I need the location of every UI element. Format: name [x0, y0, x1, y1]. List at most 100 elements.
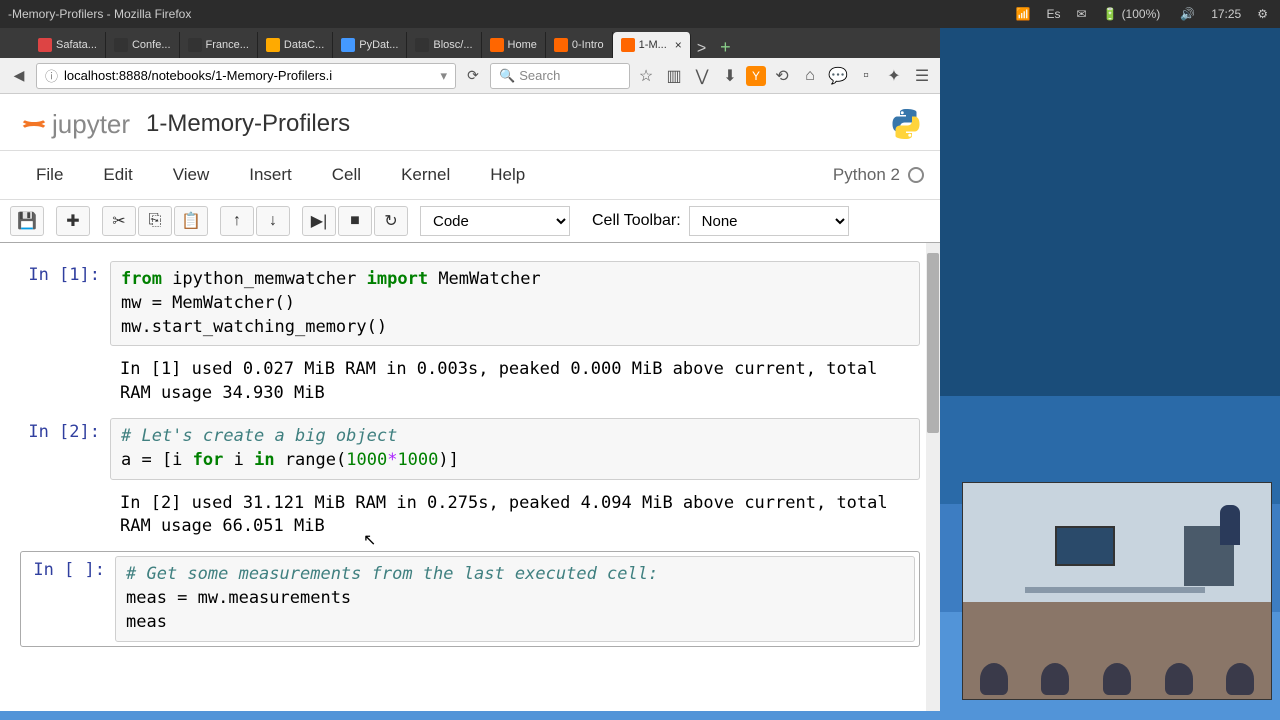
menu-view[interactable]: View [153, 159, 230, 191]
window-title: -Memory-Profilers - Mozilla Firefox [8, 7, 1012, 21]
globe-icon: ⓘ [45, 66, 58, 85]
favicon-icon [341, 38, 355, 52]
browser-tab[interactable]: France... [180, 32, 258, 58]
favicon-icon [621, 38, 635, 52]
browser-tab[interactable]: Blosc/... [407, 32, 481, 58]
jupyter-icon [16, 109, 46, 139]
tab-label: PyDat... [359, 39, 398, 51]
new-tab-button[interactable]: + [712, 37, 739, 58]
cell-type-select[interactable]: Code [420, 206, 570, 236]
favicon-icon [188, 38, 202, 52]
cell-prompt [20, 352, 110, 412]
favicon-icon [554, 38, 568, 52]
tab-overflow-button[interactable]: > [691, 40, 712, 58]
code-input[interactable]: # Let's create a big objecta = [i for i … [110, 418, 920, 480]
tab-label: Blosc/... [433, 39, 472, 51]
code-input[interactable]: from ipython_memwatcher import MemWatche… [110, 261, 920, 346]
settings-gear-icon[interactable]: ⚙ [1253, 7, 1272, 21]
tab-label: Safata... [56, 39, 97, 51]
device-icon[interactable]: ▫ [854, 64, 878, 88]
volume-icon[interactable]: 🔊 [1176, 7, 1199, 21]
cell-prompt [20, 486, 110, 546]
output-cell[interactable]: In [1] used 0.027 MiB RAM in 0.003s, pea… [20, 352, 920, 412]
search-field[interactable]: 🔍 Search [490, 63, 630, 89]
bookmarks-icon[interactable]: ▥ [662, 64, 686, 88]
url-text: localhost:8888/notebooks/1-Memory-Profil… [64, 68, 332, 83]
menu-file[interactable]: File [16, 159, 83, 191]
cell-toolbar-label: Cell Toolbar: [592, 212, 681, 230]
chat-icon[interactable]: 💬 [826, 64, 850, 88]
back-button[interactable]: ◀ [6, 63, 32, 89]
menu-kernel[interactable]: Kernel [381, 159, 470, 191]
tab-label: 0-Intro [572, 39, 604, 51]
menu-insert[interactable]: Insert [229, 159, 312, 191]
browser-tabs: Safata... Confe... France... DataC... PyDat.… [0, 28, 940, 58]
output-text: In [1] used 0.027 MiB RAM in 0.003s, pea… [110, 352, 920, 412]
browser-tab[interactable]: 0-Intro [546, 32, 613, 58]
browser-tab[interactable]: DataC... [258, 32, 333, 58]
code-input[interactable]: # Get some measurements from the last ex… [115, 556, 915, 641]
star-icon[interactable]: ☆ [634, 64, 658, 88]
code-cell[interactable]: In [2]:# Let's create a big objecta = [i… [20, 418, 920, 480]
jupyter-logo[interactable]: jupyter [16, 109, 130, 140]
notebook-cells-area[interactable]: In [1]:from ipython_memwatcher import Me… [0, 243, 940, 711]
browser-toolbar: ◀ ⓘ localhost:8888/notebooks/1-Memory-Pr… [0, 58, 940, 94]
run-button[interactable]: ▶| [302, 206, 336, 236]
move-down-button[interactable]: ↓ [256, 206, 290, 236]
system-top-bar: -Memory-Profilers - Mozilla Firefox 📶 Es… [0, 0, 1280, 28]
cut-button[interactable]: ✂ [102, 206, 136, 236]
pocket-icon[interactable]: ⋁ [690, 64, 714, 88]
notebook-toolbar: 💾 ✚ ✂ ⎘ 📋 ↑ ↓ ▶| ■ ↻ Code Cell Toolbar: … [0, 200, 940, 243]
reload-button[interactable]: ⟳ [460, 63, 486, 89]
move-up-button[interactable]: ↑ [220, 206, 254, 236]
jupyter-text: jupyter [52, 109, 130, 140]
network-icon[interactable]: 📶 [1012, 7, 1035, 21]
cell-toolbar-select[interactable]: None [689, 206, 849, 236]
code-cell[interactable]: In [1]:from ipython_memwatcher import Me… [20, 261, 920, 346]
kernel-status-icon [908, 167, 924, 183]
home-icon[interactable]: ⌂ [798, 64, 822, 88]
python-logo-icon [888, 106, 924, 142]
code-cell[interactable]: In [ ]:# Get some measurements from the … [20, 551, 920, 646]
puzzle-icon[interactable]: ✦ [882, 64, 906, 88]
battery-status: 🔋(100%) [1099, 7, 1169, 21]
restart-button[interactable]: ↻ [374, 206, 408, 236]
close-tab-icon[interactable]: × [675, 38, 682, 52]
dropdown-icon[interactable]: ▾ [440, 68, 447, 84]
tab-label: Confe... [132, 39, 171, 51]
menu-cell[interactable]: Cell [312, 159, 381, 191]
tab-label: DataC... [284, 39, 324, 51]
favicon-icon [38, 38, 52, 52]
scrollbar[interactable] [926, 243, 940, 711]
mail-icon[interactable]: ✉ [1073, 7, 1091, 21]
menu-icon[interactable]: ☰ [910, 64, 934, 88]
cell-prompt: In [ ]: [25, 556, 115, 641]
add-cell-button[interactable]: ✚ [56, 206, 90, 236]
url-field[interactable]: ⓘ localhost:8888/notebooks/1-Memory-Prof… [36, 63, 456, 89]
download-icon[interactable]: ⬇ [718, 64, 742, 88]
browser-tab[interactable]: 1-M... × [613, 32, 691, 58]
video-overlay [962, 482, 1272, 700]
notebook-title[interactable]: 1-Memory-Profilers [146, 110, 350, 138]
browser-tab[interactable]: Home [482, 32, 546, 58]
browser-tab[interactable]: PyDat... [333, 32, 407, 58]
tab-label: 1-M... [639, 39, 667, 51]
cell-prompt: In [1]: [20, 261, 110, 346]
menu-help[interactable]: Help [470, 159, 545, 191]
scrollbar-thumb[interactable] [927, 253, 939, 433]
browser-tab[interactable]: Confe... [106, 32, 180, 58]
copy-button[interactable]: ⎘ [138, 206, 172, 236]
menu-edit[interactable]: Edit [83, 159, 152, 191]
notebook-header: jupyter 1-Memory-Profilers [0, 94, 940, 151]
clock: 17:25 [1207, 7, 1245, 21]
sync-icon[interactable]: ⟲ [770, 64, 794, 88]
favicon-icon [114, 38, 128, 52]
keyboard-layout[interactable]: Es [1043, 7, 1065, 21]
save-button[interactable]: 💾 [10, 206, 44, 236]
browser-tab[interactable]: Safata... [30, 32, 106, 58]
output-cell[interactable]: In [2] used 31.121 MiB RAM in 0.275s, pe… [20, 486, 920, 546]
addon-icon[interactable]: Y [746, 66, 766, 86]
stop-button[interactable]: ■ [338, 206, 372, 236]
paste-button[interactable]: 📋 [174, 206, 208, 236]
favicon-icon [415, 38, 429, 52]
